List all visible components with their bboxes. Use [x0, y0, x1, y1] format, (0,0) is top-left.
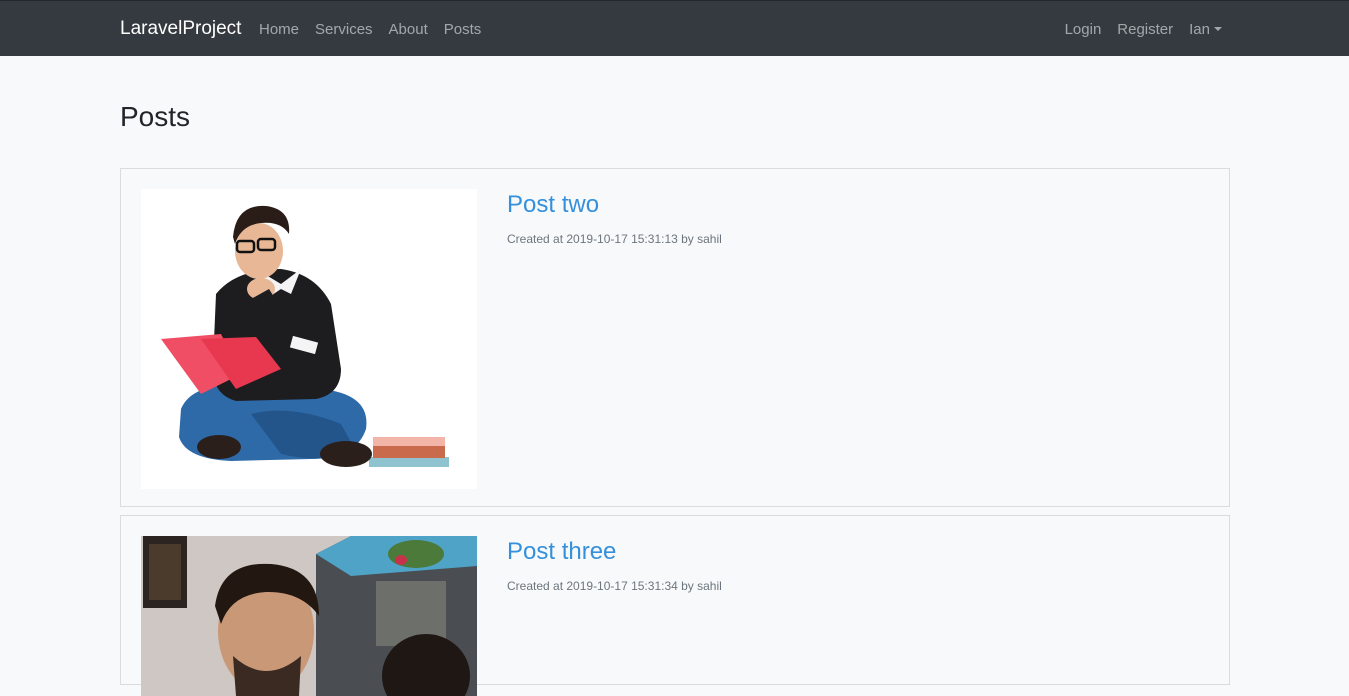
nav-left-links: Home Services About Posts [259, 21, 497, 38]
post-card: Post three Created at 2019-10-17 15:31:3… [120, 515, 1230, 696]
page-title: Posts [120, 101, 191, 132]
nav-link-register[interactable]: Register [1117, 21, 1173, 38]
post-title-link[interactable]: Post three [507, 538, 616, 566]
nav-link-login[interactable]: Login [1065, 21, 1102, 38]
man-reading-book-illustration [141, 189, 477, 489]
brand-link[interactable]: LaravelProject [120, 18, 241, 40]
nav-link-home[interactable]: Home [259, 21, 299, 38]
navbar: LaravelProject Home Services About Posts… [0, 0, 1349, 56]
post-meta: Created at 2019-10-17 15:31:13 by sahil [507, 232, 722, 246]
nav-right-links: Login Register Ian [1049, 21, 1222, 38]
selfie-photo [141, 536, 477, 696]
post-meta: Created at 2019-10-17 15:31:34 by sahil [507, 579, 722, 593]
nav-link-posts[interactable]: Posts [444, 21, 482, 38]
post-title-link[interactable]: Post two [507, 191, 599, 219]
nav-link-about[interactable]: About [389, 21, 428, 38]
chevron-down-icon [1214, 27, 1222, 31]
nav-link-services[interactable]: Services [315, 21, 373, 38]
user-name: Ian [1189, 21, 1210, 38]
post-thumbnail[interactable] [141, 189, 477, 489]
user-dropdown-toggle[interactable]: Ian [1189, 21, 1222, 38]
post-thumbnail[interactable] [141, 536, 477, 696]
post-card: Post two Created at 2019-10-17 15:31:13 … [120, 168, 1230, 507]
